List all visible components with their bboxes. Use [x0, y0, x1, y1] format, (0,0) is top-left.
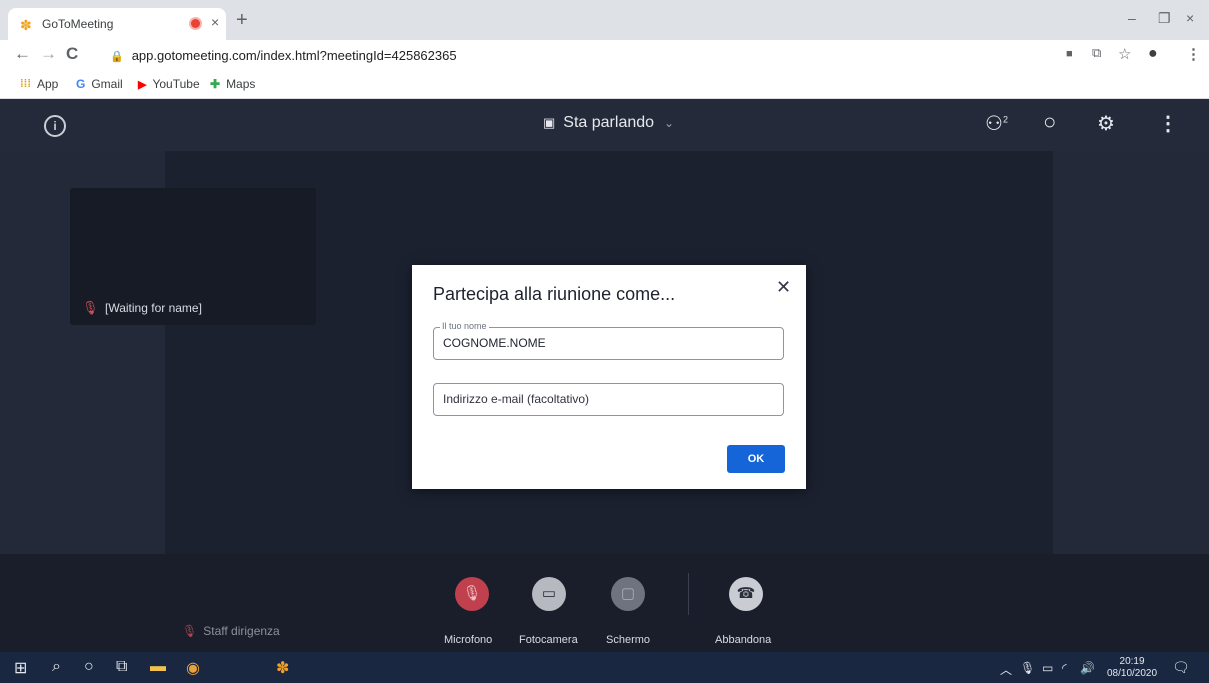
name-field-label: Il tuo nome: [440, 321, 489, 331]
microphone-tray-icon[interactable]: 🎙: [1020, 661, 1035, 675]
gotomeeting-favicon-icon: ✽: [20, 17, 32, 33]
task-view-icon[interactable]: ⧉: [116, 658, 127, 676]
tray-expand-icon[interactable]: ︿: [1000, 661, 1012, 678]
mic-muted-icon: 🎙: [82, 300, 99, 315]
more-options-icon[interactable]: ⋮: [1158, 111, 1178, 136]
participant-tile[interactable]: 🎙 [Waiting for name]: [70, 188, 316, 325]
search-icon[interactable]: ⌕: [52, 658, 61, 676]
camera-button[interactable]: ▭: [532, 577, 566, 611]
apps-grid-icon: ⁞⁞⁞: [20, 78, 31, 90]
close-icon[interactable]: ✕: [776, 277, 791, 298]
speaker-view-icon: ▣: [543, 115, 556, 130]
bookmark-label: Maps: [226, 77, 256, 91]
file-explorer-icon[interactable]: ▬: [150, 658, 166, 676]
control-divider: [688, 573, 689, 615]
clock-time: 20:19: [1119, 656, 1145, 667]
camera-indicator-icon[interactable]: ■: [1066, 48, 1073, 60]
recording-indicator-icon: [191, 19, 200, 28]
leave-label: Abbandona: [715, 634, 772, 646]
hang-up-icon: ☎: [736, 585, 756, 602]
restore-button[interactable]: ❐: [1158, 10, 1171, 27]
mic-muted-icon: 🎙: [462, 585, 482, 602]
profile-icon[interactable]: ●: [1148, 45, 1158, 63]
chevron-down-icon: ⌄: [664, 116, 675, 130]
info-icon[interactable]: i: [44, 115, 66, 137]
bookmarks-bar: ⁞⁞⁞ App G Gmail ▶ YouTube ✚ Maps: [0, 72, 1209, 99]
screen-share-off-icon: ▢: [620, 585, 636, 602]
new-tab-button[interactable]: +: [236, 9, 248, 32]
reload-button[interactable]: C: [66, 44, 78, 64]
browser-tab-strip: ✽ GoToMeeting × + – ❐ ×: [0, 0, 1209, 40]
microphone-button[interactable]: 🎙: [455, 577, 489, 611]
meeting-area: i ▣ Sta parlando ⌄ ⚇2 ○ ⚙ ⋮ 🎙 [Waiting f…: [0, 99, 1209, 652]
leave-button[interactable]: ☎: [729, 577, 763, 611]
bookmark-label: Gmail: [91, 77, 123, 91]
translate-icon[interactable]: ⧉: [1092, 45, 1101, 61]
email-field[interactable]: [433, 383, 784, 416]
ok-button[interactable]: OK: [727, 445, 785, 473]
view-mode-label: Sta parlando: [563, 114, 655, 131]
bookmark-app[interactable]: ⁞⁞⁞ App: [20, 77, 58, 91]
chat-icon[interactable]: ○: [1043, 109, 1056, 135]
microphone-label: Microfono: [444, 634, 493, 646]
gmail-icon: G: [76, 77, 86, 91]
maps-icon: ✚: [210, 77, 221, 91]
back-button[interactable]: ←: [14, 44, 31, 64]
windows-start-icon[interactable]: ⊞: [14, 658, 27, 678]
camera-label: Fotocamera: [519, 634, 578, 646]
name-input[interactable]: [443, 336, 773, 350]
tab-title: GoToMeeting: [42, 17, 114, 31]
lock-icon: 🔒: [110, 51, 124, 63]
close-window-button[interactable]: ×: [1186, 10, 1194, 26]
presenter-label: 🎙 Staff dirigenza: [182, 624, 280, 638]
participants-icon[interactable]: ⚇2: [985, 111, 1008, 136]
meeting-top-bar: i ▣ Sta parlando ⌄ ⚇2 ○ ⚙ ⋮: [0, 99, 1209, 151]
bookmark-maps[interactable]: ✚ Maps: [210, 77, 255, 91]
screen-share-button[interactable]: ▢: [611, 577, 645, 611]
system-clock[interactable]: 20:19 08/10/2020: [1107, 656, 1157, 680]
bookmark-star-icon[interactable]: ☆: [1118, 45, 1131, 63]
chrome-icon[interactable]: ◉: [186, 658, 200, 678]
view-mode-selector[interactable]: ▣ Sta parlando ⌄: [543, 114, 674, 132]
youtube-icon: ▶: [138, 78, 147, 91]
cortana-icon[interactable]: ○: [84, 658, 94, 676]
url-text: app.gotomeeting.com/index.html?meetingId…: [131, 48, 457, 63]
notification-icon[interactable]: 🗨: [1172, 659, 1190, 676]
camera-off-icon: ▭: [541, 585, 557, 602]
gotomeeting-taskbar-icon[interactable]: ✽: [276, 658, 289, 678]
url-field[interactable]: 🔒 app.gotomeeting.com/index.html?meetingI…: [110, 44, 1060, 68]
participants-count: 2: [1002, 114, 1008, 125]
bookmark-youtube[interactable]: ▶ YouTube: [138, 77, 200, 91]
address-bar-row: ← → C 🔒 app.gotomeeting.com/index.html?me…: [0, 40, 1209, 72]
mic-muted-icon: 🎙: [182, 624, 198, 638]
participant-name: [Waiting for name]: [105, 301, 202, 315]
browser-tab[interactable]: ✽ GoToMeeting ×: [8, 8, 226, 40]
tab-close-icon[interactable]: ×: [211, 14, 219, 30]
forward-button[interactable]: →: [40, 44, 57, 64]
name-field[interactable]: Il tuo nome: [433, 321, 784, 360]
wifi-icon[interactable]: ◜: [1062, 661, 1067, 675]
bookmark-label: App: [37, 77, 59, 91]
bookmark-gmail[interactable]: G Gmail: [76, 77, 123, 91]
dialog-title: Partecipa alla riunione come...: [433, 284, 676, 304]
email-input[interactable]: [443, 392, 773, 406]
join-dialog: Partecipa alla riunione come... ✕ Il tuo…: [412, 265, 806, 489]
minimize-button[interactable]: –: [1128, 10, 1136, 26]
screen-label: Schermo: [606, 634, 651, 646]
battery-icon[interactable]: ▭: [1042, 661, 1053, 675]
windows-taskbar: ⊞ ⌕ ○ ⧉ ▬ ◉ ✽ ︿ 🎙 ▭ ◜ 🔊 20:19 08/10/2020…: [0, 652, 1209, 683]
bookmark-label: YouTube: [152, 77, 200, 91]
settings-gear-icon[interactable]: ⚙: [1097, 111, 1115, 136]
clock-date: 08/10/2020: [1107, 668, 1158, 679]
browser-menu-icon[interactable]: ⋮: [1186, 45, 1201, 63]
presenter-name: Staff dirigenza: [203, 624, 280, 638]
volume-icon[interactable]: 🔊: [1080, 661, 1095, 675]
